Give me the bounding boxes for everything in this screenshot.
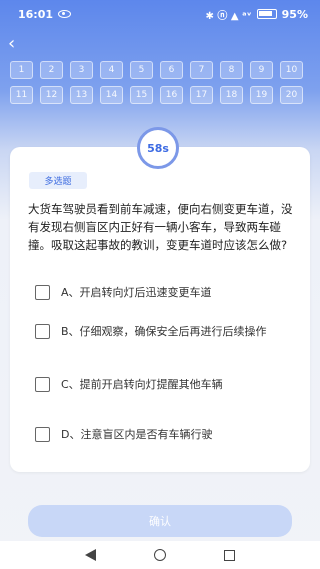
- option-label: B、仔细观察，确保安全后再进行后续操作: [61, 325, 267, 338]
- question-type-badge: 多选题: [29, 172, 87, 189]
- option-checkbox[interactable]: [35, 285, 50, 300]
- system-back-icon[interactable]: [85, 549, 96, 561]
- question-number-button[interactable]: 17: [190, 86, 213, 104]
- option-checkbox[interactable]: [35, 377, 50, 392]
- battery-percent: 95%: [281, 7, 308, 21]
- home-icon[interactable]: [154, 549, 166, 561]
- battery-icon: [256, 9, 277, 19]
- option-label: A、开启转向灯后迅速变更车道: [61, 286, 212, 299]
- question-number-button[interactable]: 13: [70, 86, 93, 104]
- question-number-button[interactable]: 6: [160, 61, 183, 79]
- question-number-button[interactable]: 3: [70, 61, 93, 79]
- time: 16:01: [18, 7, 54, 21]
- back-button[interactable]: ‹: [8, 34, 26, 54]
- option-checkbox[interactable]: [35, 324, 50, 339]
- question-number-button[interactable]: 7: [190, 61, 213, 79]
- question-number-button[interactable]: 15: [130, 86, 153, 104]
- status-bar: 16:01 ✱ ⓝ ▲ ᵃᵛ 95%: [0, 0, 320, 28]
- question-number-button[interactable]: 16: [160, 86, 183, 104]
- question-number-button[interactable]: 12: [40, 86, 63, 104]
- question-number-button[interactable]: 5: [130, 61, 153, 79]
- question-number-button[interactable]: 2: [40, 61, 63, 79]
- question-number-button[interactable]: 9: [250, 61, 273, 79]
- status-right: ✱ ⓝ ▲ ᵃᵛ 95%: [206, 7, 308, 22]
- eye-icon: [58, 10, 72, 18]
- question-number-button[interactable]: 19: [250, 86, 273, 104]
- question-number-button[interactable]: 18: [220, 86, 243, 104]
- question-text: 大货车驾驶员看到前车减速，便向右侧变更车道，没有发现右侧盲区内正好有一辆小客车，…: [28, 202, 293, 252]
- back-arrow-icon: ‹: [8, 33, 16, 54]
- option-b[interactable]: B、仔细观察，确保安全后再进行后续操作: [35, 323, 285, 340]
- option-label: C、提前开启转向灯提醒其他车辆: [61, 378, 223, 391]
- question-number-button[interactable]: 4: [100, 61, 123, 79]
- question-number-button[interactable]: 1: [10, 61, 33, 79]
- option-a[interactable]: A、开启转向灯后迅速变更车道: [35, 284, 285, 301]
- option-c[interactable]: C、提前开启转向灯提醒其他车辆: [35, 376, 285, 393]
- recent-apps-icon[interactable]: [224, 549, 235, 561]
- confirm-button[interactable]: 确认: [28, 505, 292, 537]
- question-number-grid: 1 2 3 4 5 6 7 8 9 10 11 12 13 14 15 16 1…: [10, 61, 304, 104]
- option-d[interactable]: D、注意盲区内是否有车辆行驶: [35, 426, 285, 443]
- countdown-timer: 58s: [137, 127, 179, 169]
- option-label: D、注意盲区内是否有车辆行驶: [61, 428, 213, 441]
- system-navigation-bar: [0, 541, 320, 569]
- question-number-button[interactable]: 14: [100, 86, 123, 104]
- question-number-button[interactable]: 20: [280, 86, 303, 104]
- question-number-button[interactable]: 8: [220, 61, 243, 79]
- question-number-button[interactable]: 11: [10, 86, 33, 104]
- status-left: 16:01: [18, 7, 72, 21]
- option-checkbox[interactable]: [35, 427, 50, 442]
- network-status: ✱ ⓝ ▲ ᵃᵛ: [205, 10, 252, 22]
- question-card: 多选题 大货车驾驶员看到前车减速，便向右侧变更车道，没有发现右侧盲区内正好有一辆…: [10, 147, 310, 472]
- question-number-button[interactable]: 10: [280, 61, 303, 79]
